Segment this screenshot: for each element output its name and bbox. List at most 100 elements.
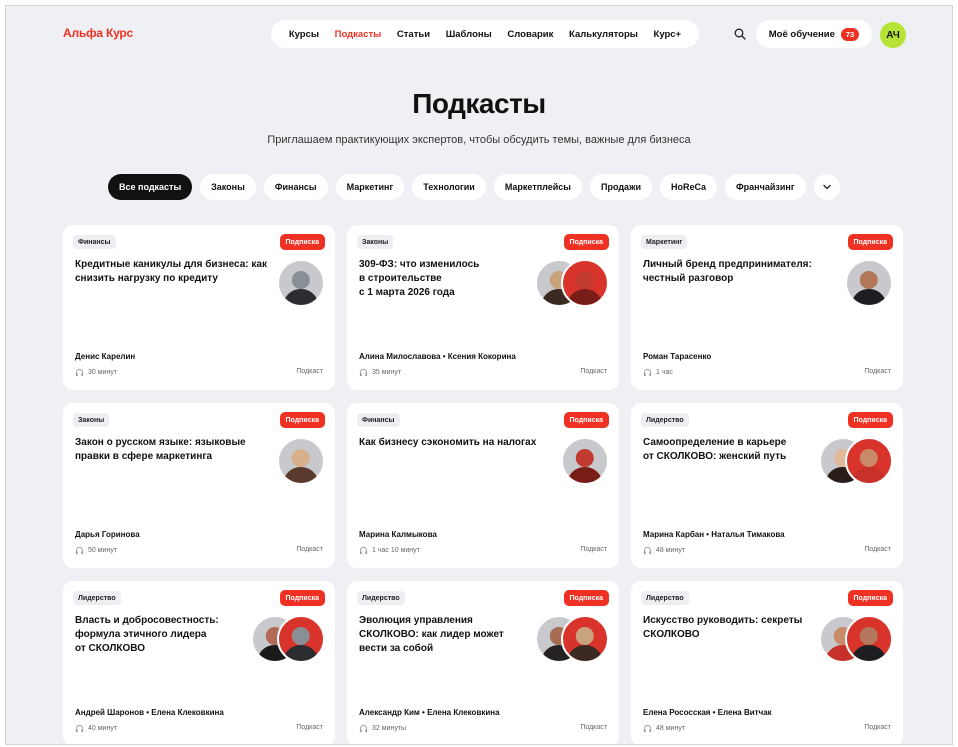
card-category-tag: Законы [73,413,110,427]
guest-photo-head [291,270,311,290]
guest-photos [819,615,893,663]
page-frame: Альфа Курс Курсы Подкасты Статьи Шаблоны… [5,5,953,745]
nav-item-kurs-plus[interactable]: Курс+ [654,29,682,40]
subscription-badge: Подписка [847,590,893,606]
filter-laws[interactable]: Законы [200,174,256,200]
headphones-icon [359,546,368,555]
guest-photo-head [575,448,595,468]
guest-photo [277,615,325,663]
filter-all[interactable]: Все подкасты [108,174,193,200]
user-avatar[interactable]: АЧ [880,22,906,48]
card-duration: 48 минут [643,546,685,555]
nav-item-courses[interactable]: Курсы [289,29,319,40]
filter-marketplaces[interactable]: Маркетплейсы [493,174,582,200]
podcast-card[interactable]: Лидерство Подписка Власть и добросовестн… [63,581,335,744]
headphones-icon [75,368,84,377]
guest-photo [561,259,609,307]
guest-photo [845,259,893,307]
card-title: Самоопределение в карьере от СКОЛКОВО: ж… [643,437,787,462]
my-learning-button[interactable]: Моё обучение 73 [756,20,872,48]
chevron-down-icon [822,184,831,190]
search-button[interactable] [730,24,750,44]
guest-photo-body [851,645,887,661]
guest-photo-head [859,626,879,646]
card-category-tag: Финансы [357,413,400,427]
card-title: Искусство руководить: секреты СКОЛКОВО [643,615,803,640]
card-category-tag: Лидерство [641,413,689,427]
filter-sales[interactable]: Продажи [590,174,652,200]
filter-franchising[interactable]: Франчайзинг [725,174,806,200]
filter-horeca[interactable]: HoReCa [659,174,717,200]
card-duration: 48 минут [643,724,685,733]
search-icon [734,28,746,40]
guest-photos [819,437,893,485]
card-type-label: Подкаст [296,724,323,731]
nav-item-articles[interactable]: Статьи [397,29,430,40]
main-nav: Курсы Подкасты Статьи Шаблоны Словарик К… [271,20,699,48]
podcast-card[interactable]: Финансы Подписка Кредитные каникулы для … [63,225,335,390]
podcast-card[interactable]: Лидерство Подписка Эволюция управления С… [347,581,619,744]
filter-finance[interactable]: Финансы [263,174,328,200]
guest-photos [277,437,325,485]
podcast-card[interactable]: Финансы Подписка Как бизнесу сэкономить … [347,403,619,568]
nav-item-podcasts[interactable]: Подкасты [335,29,382,40]
card-authors: Андрей Шаронов • Елена Клековкина [75,708,224,717]
card-duration-text: 50 минут [88,547,118,554]
card-authors: Дарья Горинова [75,530,140,539]
card-authors: Роман Тарасенко [643,352,712,361]
headphones-icon [359,368,368,377]
filter-marketing[interactable]: Маркетинг [335,174,405,200]
subscription-badge: Подписка [279,412,325,428]
podcast-card[interactable]: Лидерство Подписка Самоопределение в кар… [631,403,903,568]
card-title: Как бизнесу сэкономить на налогах [359,437,537,448]
site-header: Альфа Курс Курсы Подкасты Статьи Шаблоны… [6,6,952,64]
guest-photo-head [291,448,311,468]
card-category-tag: Лидерство [357,591,405,605]
guest-photo [845,437,893,485]
nav-item-templates[interactable]: Шаблоны [446,29,492,40]
card-duration: 32 минуты [359,724,406,733]
card-type-label: Подкаст [864,546,891,553]
card-authors: Елена Рососская • Елена Витчак [643,708,772,717]
guest-photo-head [859,448,879,468]
guest-photo-body [567,467,603,483]
guest-photo-head [859,270,879,290]
nav-item-glossary[interactable]: Словарик [507,29,553,40]
filter-technology[interactable]: Технологии [412,174,486,200]
card-category-tag: Лидерство [73,591,121,605]
card-type-label: Подкаст [580,724,607,731]
guest-photo-body [283,645,319,661]
card-authors: Марина Карбан • Наталья Тимакова [643,530,785,539]
headphones-icon [643,546,652,555]
podcast-card[interactable]: Законы Подписка Закон о русском языке: я… [63,403,335,568]
card-category-tag: Финансы [73,235,116,249]
guest-photos [845,259,893,307]
card-type-label: Подкаст [864,368,891,375]
guest-photo [277,437,325,485]
guest-photo [561,615,609,663]
card-duration-text: 48 минут [656,725,686,732]
category-filters: Все подкасты Законы Финансы Маркетинг Те… [108,174,840,200]
card-authors: Денис Карелин [75,352,136,361]
guest-photos [251,615,325,663]
headphones-icon [359,724,368,733]
card-duration: 50 минут [75,546,117,555]
podcast-card[interactable]: Лидерство Подписка Искусство руководить:… [631,581,903,744]
guest-photo [845,615,893,663]
guest-photos [535,615,609,663]
card-duration: 40 минут [75,724,117,733]
logo[interactable]: Альфа Курс [63,26,133,40]
subscription-badge: Подписка [563,412,609,428]
card-title: 309-ФЗ: что изменилось в строительстве с… [359,259,480,298]
podcast-card[interactable]: Маркетинг Подписка Личный бренд предприн… [631,225,903,390]
headphones-icon [75,724,84,733]
more-filters-button[interactable] [813,174,840,200]
guest-photos [561,437,609,485]
card-type-label: Подкаст [580,368,607,375]
nav-item-calculators[interactable]: Калькуляторы [569,29,638,40]
guest-photos [535,259,609,307]
card-duration-text: 48 минут [656,547,686,554]
podcast-grid: Финансы Подписка Кредитные каникулы для … [63,225,903,744]
guest-photo-head [575,270,595,290]
podcast-card[interactable]: Законы Подписка 309-ФЗ: что изменилось в… [347,225,619,390]
